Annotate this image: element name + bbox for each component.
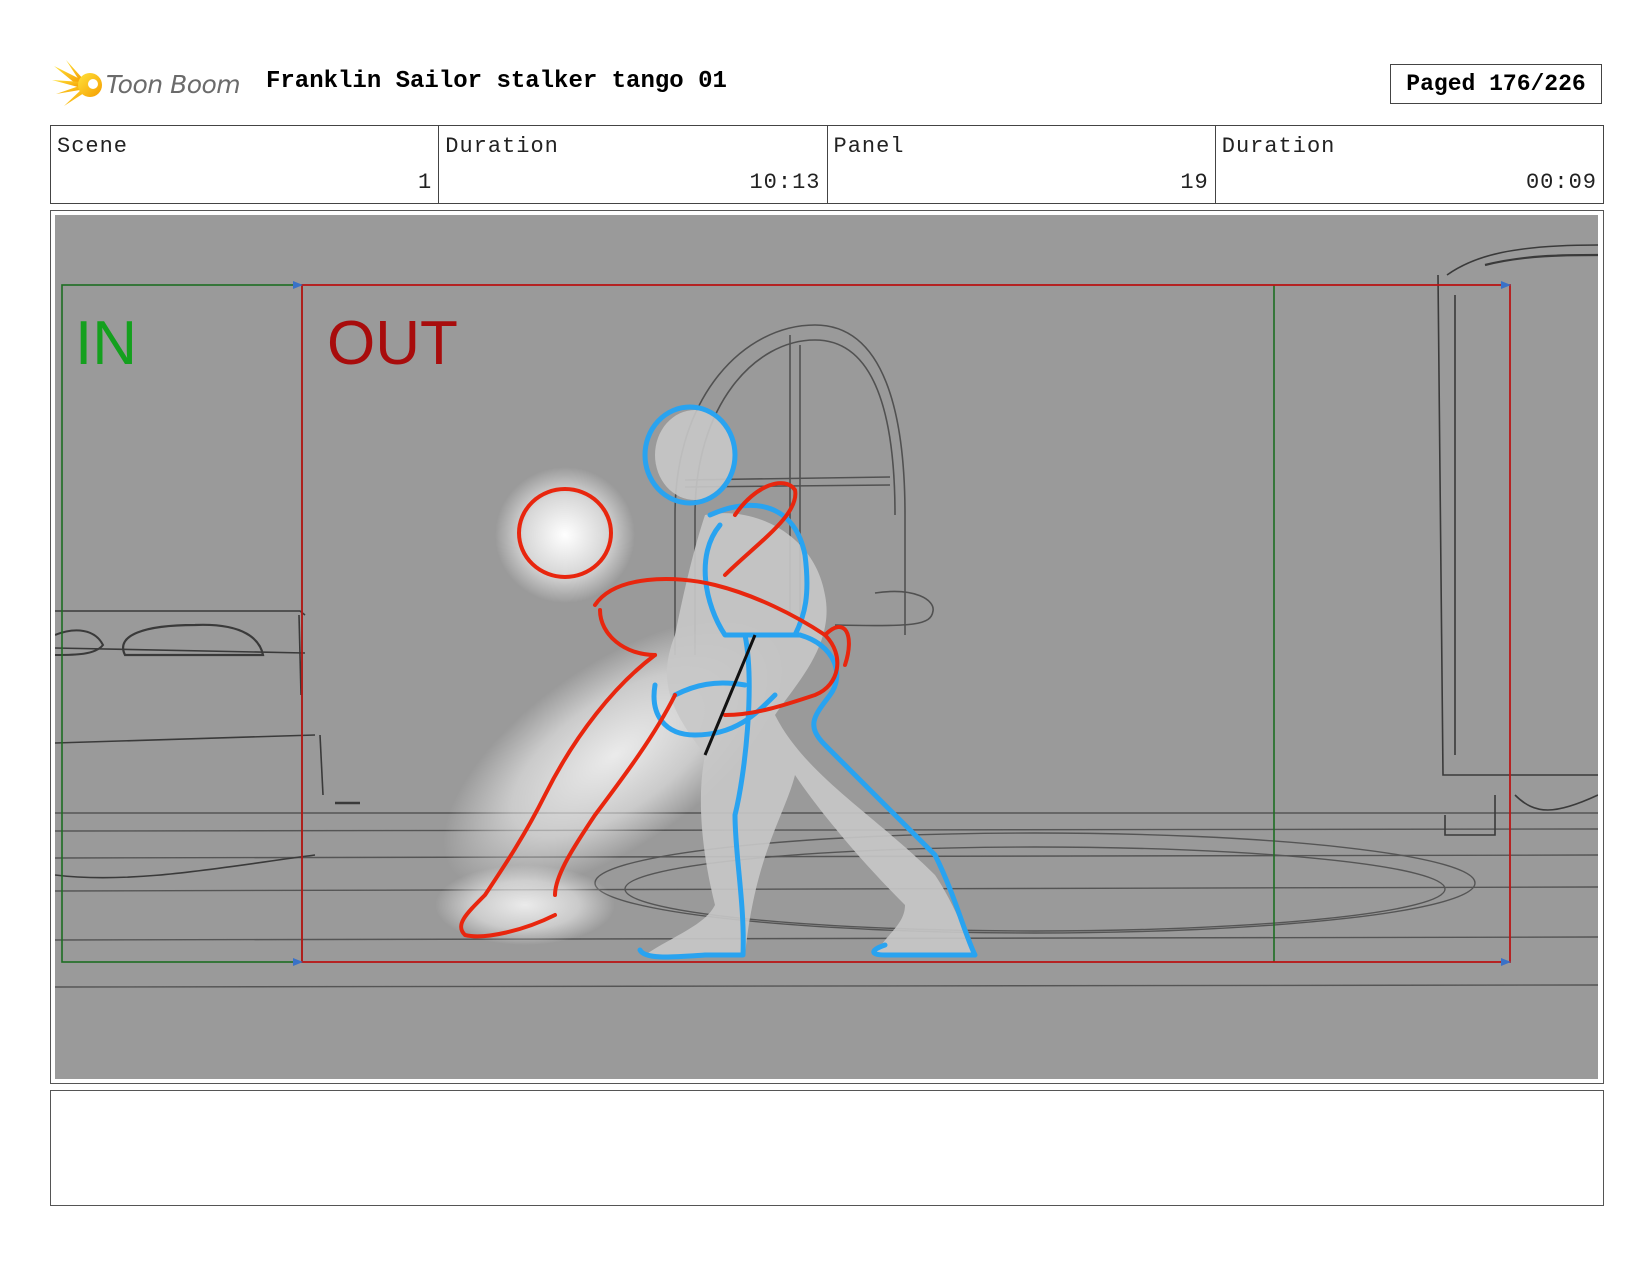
panel-label: Panel xyxy=(833,134,905,159)
storyboard-panel: IN OUT xyxy=(50,210,1604,1084)
toon-boom-logo: Toon Boom xyxy=(52,56,252,112)
sketch-drawing xyxy=(55,244,1598,988)
scene-cell: Scene 1 xyxy=(51,126,440,203)
in-marker-label: IN xyxy=(75,309,137,378)
panel-duration-value: 00:09 xyxy=(1525,170,1597,195)
panel-drawing: IN OUT xyxy=(55,215,1598,1079)
scene-duration-cell: Duration 10:13 xyxy=(439,126,828,203)
out-marker-label: OUT xyxy=(327,309,458,378)
scene-duration-value: 10:13 xyxy=(749,170,821,195)
scene-info-table: Scene 1 Duration 10:13 Panel 19 Duration… xyxy=(50,125,1604,204)
page-title: Franklin Sailor stalker tango 01 xyxy=(266,68,727,95)
page-counter: Paged 176/226 xyxy=(1390,64,1602,104)
starburst-logo-icon xyxy=(52,60,102,106)
panel-value: 19 xyxy=(1180,170,1209,195)
scene-label: Scene xyxy=(57,134,129,159)
notes-box[interactable] xyxy=(50,1090,1604,1206)
scene-duration-label: Duration xyxy=(445,134,559,159)
panel-cell: Panel 19 xyxy=(828,126,1216,203)
panel-duration-cell: Duration 00:09 xyxy=(1216,126,1603,203)
panel-duration-label: Duration xyxy=(1221,134,1336,159)
scene-value: 1 xyxy=(418,170,433,195)
logo-text: Toon Boom xyxy=(106,69,241,99)
